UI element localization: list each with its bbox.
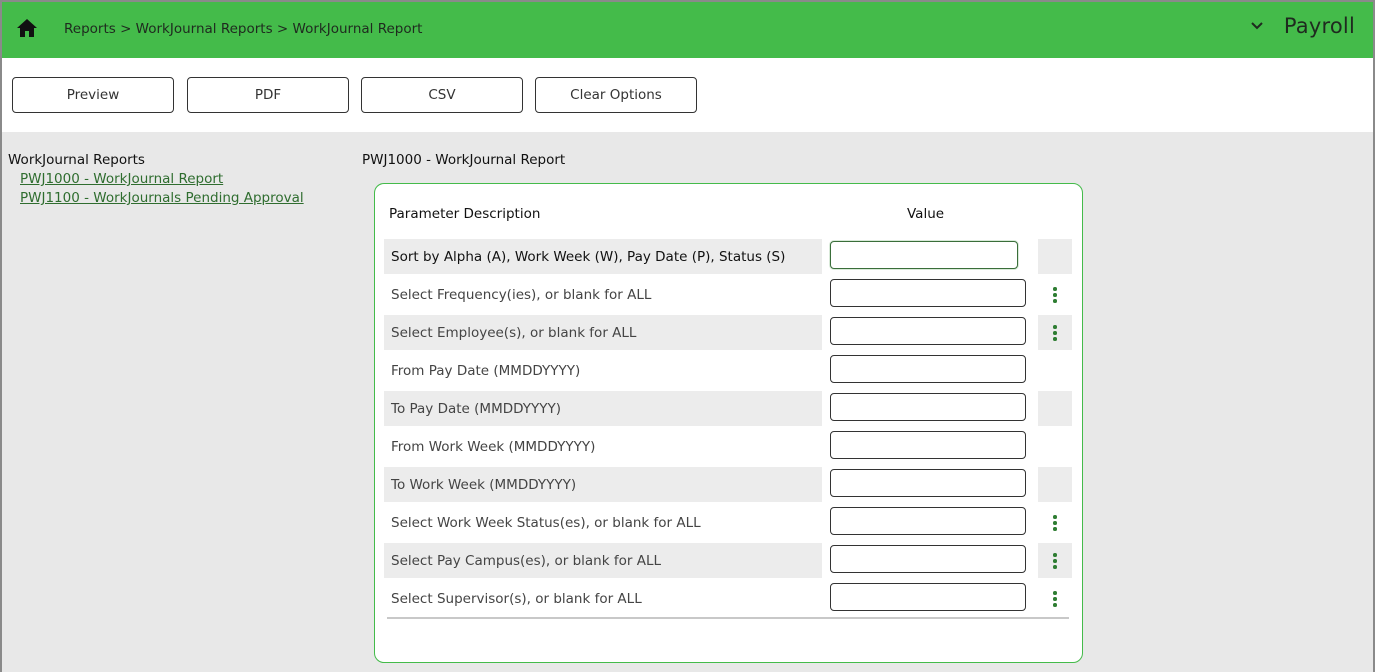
param-side-cell — [1038, 581, 1072, 616]
nav-title: WorkJournal Reports — [8, 152, 145, 168]
chevron-down-icon[interactable] — [1250, 19, 1264, 33]
module-selector[interactable]: Payroll — [1250, 14, 1355, 38]
from-pay-date-input[interactable] — [830, 355, 1026, 383]
preview-button[interactable]: Preview — [12, 77, 174, 113]
param-row-frequency: Select Frequency(ies), or blank for ALL — [384, 277, 1072, 315]
panel-divider — [387, 617, 1069, 619]
to-work-week-input[interactable] — [830, 469, 1026, 497]
param-label: Select Employee(s), or blank for ALL — [384, 315, 822, 350]
home-icon[interactable] — [16, 18, 38, 38]
param-label: Sort by Alpha (A), Work Week (W), Pay Da… — [384, 239, 822, 274]
report-nav: WorkJournal Reports PWJ1000 - WorkJourna… — [8, 152, 304, 208]
work-week-status-input[interactable] — [830, 507, 1026, 535]
csv-button[interactable]: CSV — [361, 77, 523, 113]
from-work-week-input[interactable] — [830, 431, 1026, 459]
module-label: Payroll — [1283, 14, 1355, 38]
param-side-cell — [1038, 467, 1072, 502]
supervisor-input[interactable] — [830, 583, 1026, 611]
param-side-cell — [1038, 239, 1072, 274]
param-row-from-work-week: From Work Week (MMDDYYYY) — [384, 429, 1072, 467]
param-row-sort: Sort by Alpha (A), Work Week (W), Pay Da… — [384, 239, 1072, 277]
param-side-cell — [1038, 315, 1072, 350]
param-side-cell — [1038, 353, 1072, 388]
breadcrumb: Reports > WorkJournal Reports > WorkJour… — [64, 21, 423, 37]
param-row-pay-campus: Select Pay Campus(es), or blank for ALL — [384, 543, 1072, 581]
employee-input[interactable] — [830, 317, 1026, 345]
to-pay-date-input[interactable] — [830, 393, 1026, 421]
param-label: Select Pay Campus(es), or blank for ALL — [384, 543, 822, 578]
kebab-menu-icon[interactable] — [1052, 287, 1058, 305]
param-side-cell — [1038, 391, 1072, 426]
param-side-cell — [1038, 505, 1072, 540]
kebab-menu-icon[interactable] — [1052, 325, 1058, 343]
content-area: WorkJournal Reports PWJ1000 - WorkJourna… — [0, 132, 1375, 672]
kebab-menu-icon[interactable] — [1052, 515, 1058, 533]
column-header-description: Parameter Description — [389, 206, 541, 222]
param-label: Select Frequency(ies), or blank for ALL — [391, 286, 652, 303]
parameter-rows: Sort by Alpha (A), Work Week (W), Pay Da… — [384, 239, 1072, 619]
nav-link-pwj1000[interactable]: PWJ1000 - WorkJournal Report — [20, 170, 304, 189]
param-row-work-week-status: Select Work Week Status(es), or blank fo… — [384, 505, 1072, 543]
sort-input[interactable] — [830, 241, 1018, 269]
parameters-panel: Parameter Description Value Sort by Alph… — [374, 183, 1083, 663]
param-label: From Pay Date (MMDDYYYY) — [391, 362, 581, 379]
clear-options-button[interactable]: Clear Options — [535, 77, 697, 113]
param-side-cell — [1038, 429, 1072, 464]
param-label: To Pay Date (MMDDYYYY) — [384, 391, 822, 426]
param-side-cell — [1038, 543, 1072, 578]
param-label: To Work Week (MMDDYYYY) — [384, 467, 822, 502]
param-label: Select Work Week Status(es), or blank fo… — [391, 514, 701, 531]
kebab-menu-icon[interactable] — [1052, 553, 1058, 571]
param-row-employee: Select Employee(s), or blank for ALL — [384, 315, 1072, 353]
param-row-from-pay-date: From Pay Date (MMDDYYYY) — [384, 353, 1072, 391]
pay-campus-input[interactable] — [830, 545, 1026, 573]
param-row-to-pay-date: To Pay Date (MMDDYYYY) — [384, 391, 1072, 429]
param-label: From Work Week (MMDDYYYY) — [391, 438, 596, 455]
kebab-menu-icon[interactable] — [1052, 591, 1058, 609]
pdf-button[interactable]: PDF — [187, 77, 349, 113]
param-row-supervisor: Select Supervisor(s), or blank for ALL — [384, 581, 1072, 619]
report-toolbar: Preview PDF CSV Clear Options — [0, 58, 1375, 132]
frequency-input[interactable] — [830, 279, 1026, 307]
header-bar: Reports > WorkJournal Reports > WorkJour… — [0, 0, 1375, 58]
param-side-cell — [1038, 277, 1072, 312]
nav-link-pwj1100[interactable]: PWJ1100 - WorkJournals Pending Approval — [20, 189, 304, 208]
param-row-to-work-week: To Work Week (MMDDYYYY) — [384, 467, 1072, 505]
param-label: Select Supervisor(s), or blank for ALL — [391, 590, 642, 607]
column-header-value: Value — [907, 206, 945, 222]
report-title: PWJ1000 - WorkJournal Report — [362, 152, 566, 168]
